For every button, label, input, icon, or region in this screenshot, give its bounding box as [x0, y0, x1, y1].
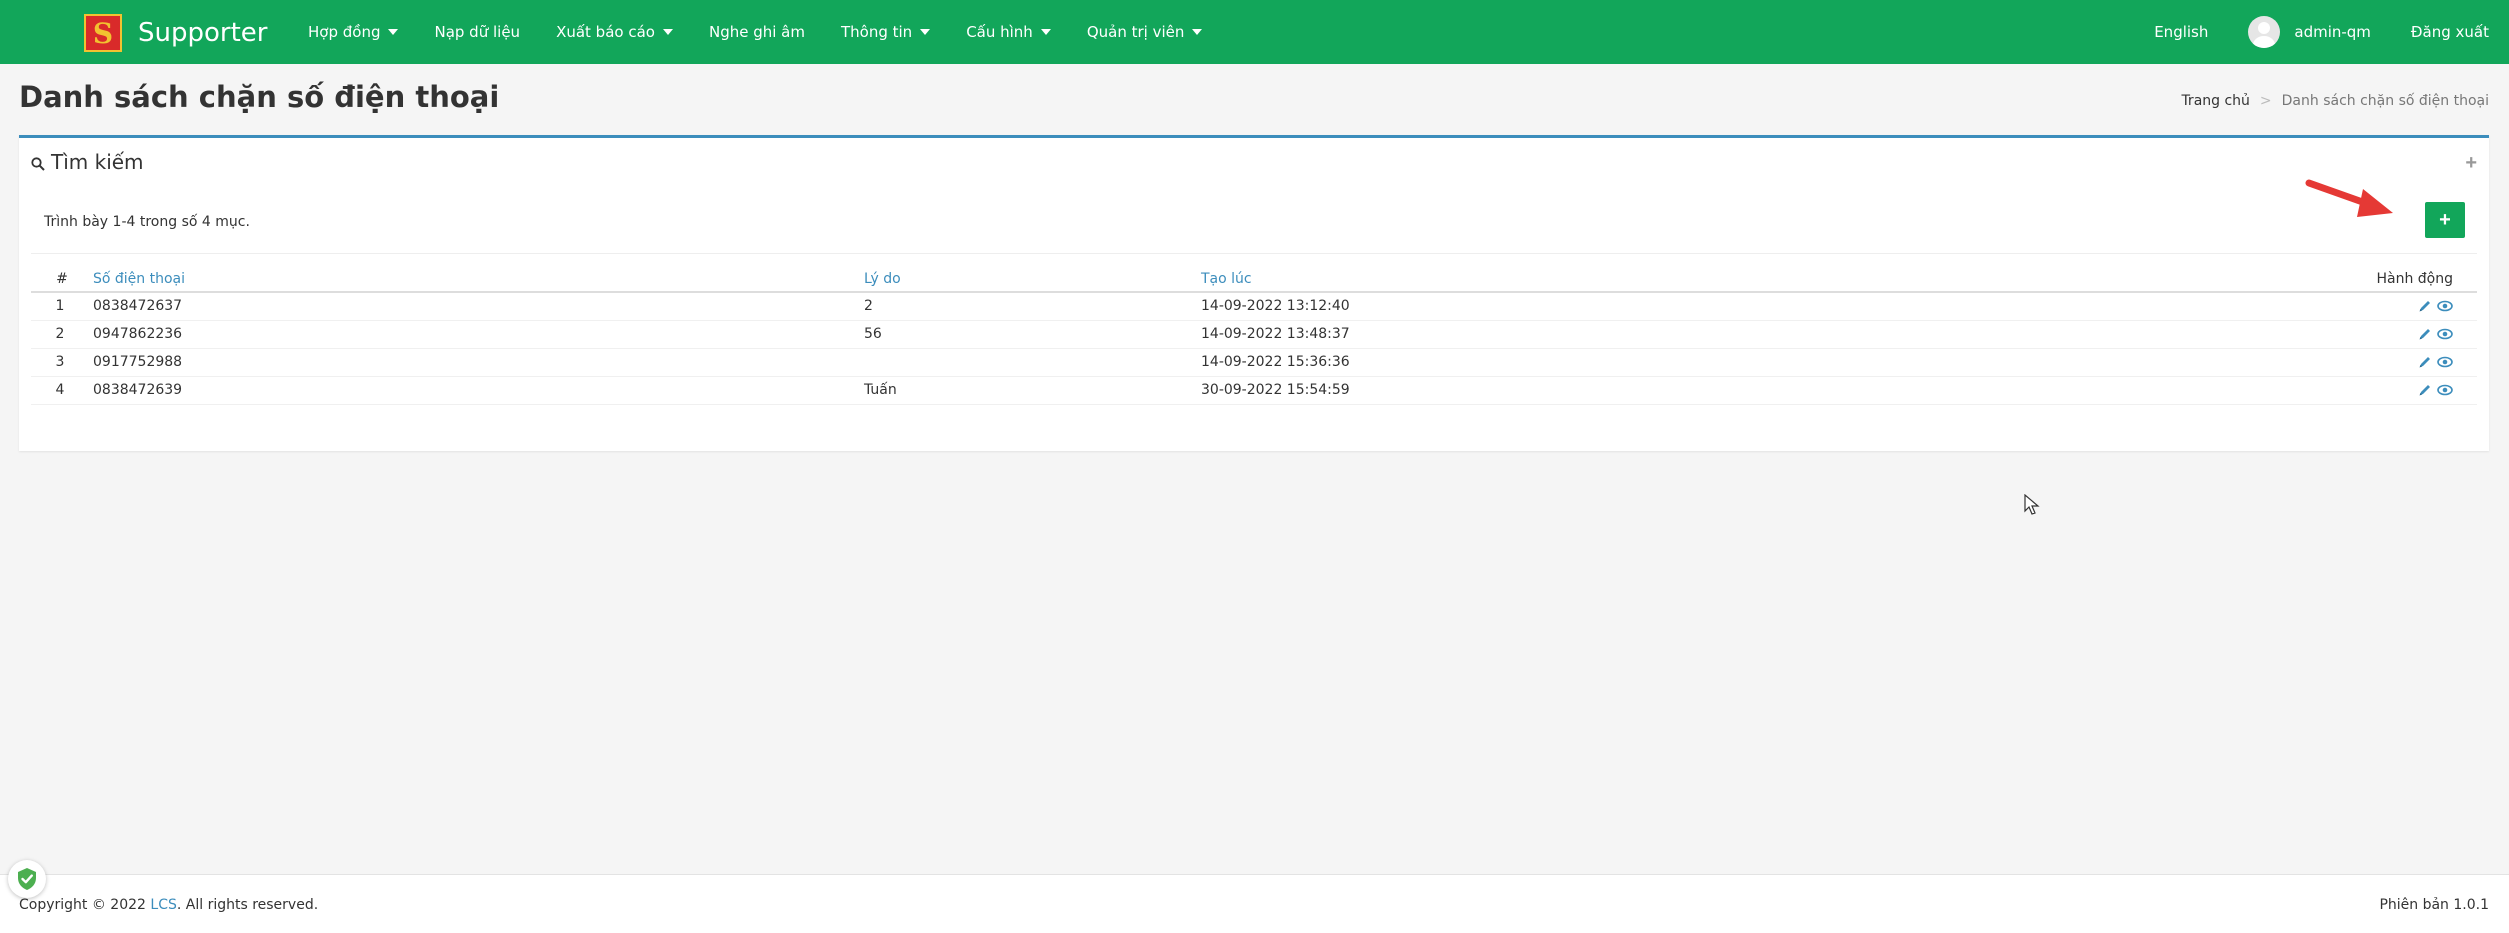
caret-down-icon: [662, 29, 673, 35]
search-heading: Tìm kiếm: [51, 150, 144, 174]
menu-information[interactable]: Thông tin: [841, 23, 931, 41]
breadcrumb-current: Danh sách chặn số điện thoại: [2281, 93, 2489, 109]
cell-index: 1: [31, 292, 89, 321]
table-row: 1 0838472637 2 14-09-2022 13:12:40: [31, 292, 2477, 321]
eye-icon[interactable]: [2437, 299, 2453, 313]
pencil-icon[interactable]: [2417, 299, 2433, 313]
cell-created: 14-09-2022 13:48:37: [1197, 320, 1965, 349]
divider: [31, 253, 2477, 254]
col-header-created[interactable]: Tạo lúc: [1197, 266, 1965, 293]
table-row: 3 0917752988 14-09-2022 15:36:36: [31, 348, 2477, 377]
cell-created: 14-09-2022 13:12:40: [1197, 292, 1965, 321]
cell-actions: [1964, 320, 2477, 349]
list-panel: Tìm kiếm + Trình bày 1-4 trong số 4 mục.…: [19, 135, 2489, 451]
page-title: Danh sách chặn số điện thoại: [19, 80, 500, 114]
caret-down-icon: [388, 29, 399, 35]
eye-icon[interactable]: [2437, 383, 2453, 397]
breadcrumb-home[interactable]: Trang chủ: [2181, 93, 2249, 109]
annotation-arrow-icon: [2305, 179, 2393, 217]
menu-listen-recordings[interactable]: Nghe ghi âm: [709, 23, 805, 41]
cell-actions: [1964, 376, 2477, 405]
cell-created: 14-09-2022 15:36:36: [1197, 348, 1965, 377]
company-link[interactable]: LCS: [150, 897, 176, 913]
menu-administrators[interactable]: Quản trị viên: [1087, 23, 1203, 41]
mouse-cursor-icon: [2024, 494, 2040, 515]
main-menu: Hợp đồng Nạp dữ liệu Xuất báo cáo Nghe g…: [308, 0, 1238, 64]
col-header-reason[interactable]: Lý do: [860, 266, 1197, 293]
cell-phone: 0947862236: [89, 320, 860, 349]
cell-created: 30-09-2022 15:54:59: [1197, 376, 1965, 405]
search-icon: [31, 157, 45, 171]
eye-icon[interactable]: [2437, 355, 2453, 369]
menu-contracts[interactable]: Hợp đồng: [308, 23, 399, 41]
brand[interactable]: S Supporter: [84, 14, 267, 52]
footer: Copyright © 2022 LCS. All rights reserve…: [0, 874, 2509, 933]
brand-name: Supporter: [138, 18, 268, 48]
cell-reason: 2: [860, 292, 1197, 321]
pencil-icon[interactable]: [2417, 355, 2433, 369]
col-header-phone[interactable]: Số điện thoại: [89, 266, 860, 293]
pencil-icon[interactable]: [2417, 383, 2433, 397]
col-header-index: #: [31, 266, 89, 293]
user-menu[interactable]: admin-qm: [2248, 16, 2371, 48]
add-button[interactable]: +: [2425, 202, 2465, 238]
caret-down-icon: [1040, 29, 1051, 35]
cell-index: 2: [31, 320, 89, 349]
username: admin-qm: [2294, 23, 2371, 41]
logout-link[interactable]: Đăng xuất: [2411, 23, 2489, 41]
expand-plus-icon[interactable]: +: [2465, 152, 2477, 175]
top-navbar: S Supporter Hợp đồng Nạp dữ liệu Xuất bá…: [0, 0, 2509, 64]
cell-phone: 0838472639: [89, 376, 860, 405]
cell-actions: [1964, 292, 2477, 321]
copyright: Copyright © 2022 LCS. All rights reserve…: [19, 897, 319, 913]
search-panel-toggle[interactable]: Tìm kiếm: [31, 150, 144, 174]
cell-phone: 0917752988: [89, 348, 860, 377]
table-row: 4 0838472639 Tuấn 30-09-2022 15:54:59: [31, 376, 2477, 405]
cell-reason: Tuấn: [860, 376, 1197, 405]
summary-text: Trình bày 1-4 trong số 4 mục.: [44, 214, 250, 230]
cell-phone: 0838472637: [89, 292, 860, 321]
breadcrumb: Trang chủ > Danh sách chặn số điện thoại: [2181, 93, 2489, 109]
menu-configuration[interactable]: Cấu hình: [966, 23, 1051, 41]
cell-actions: [1964, 348, 2477, 377]
caret-down-icon: [1192, 29, 1203, 35]
eye-icon[interactable]: [2437, 327, 2453, 341]
menu-import-data[interactable]: Nạp dữ liệu: [434, 23, 520, 41]
table-row: 2 0947862236 56 14-09-2022 13:48:37: [31, 320, 2477, 349]
cell-reason: [860, 348, 1197, 377]
menu-export-report[interactable]: Xuất báo cáo: [556, 23, 673, 41]
cell-index: 3: [31, 348, 89, 377]
cell-reason: 56: [860, 320, 1197, 349]
table-header-row: # Số điện thoại Lý do Tạo lúc Hành động: [31, 266, 2477, 293]
pencil-icon[interactable]: [2417, 327, 2433, 341]
cell-index: 4: [31, 376, 89, 405]
version-label: Phiên bản 1.0.1: [2379, 897, 2489, 913]
logo-icon: S: [84, 14, 122, 52]
blocked-numbers-table: # Số điện thoại Lý do Tạo lúc Hành động …: [31, 266, 2477, 405]
nav-right: English admin-qm Đăng xuất: [2114, 0, 2489, 64]
caret-down-icon: [920, 29, 931, 35]
col-header-action: Hành động: [1964, 266, 2477, 293]
breadcrumb-separator: >: [2259, 93, 2272, 109]
security-shield-icon[interactable]: [8, 860, 46, 898]
avatar: [2248, 16, 2281, 48]
language-switch[interactable]: English: [2154, 23, 2208, 41]
